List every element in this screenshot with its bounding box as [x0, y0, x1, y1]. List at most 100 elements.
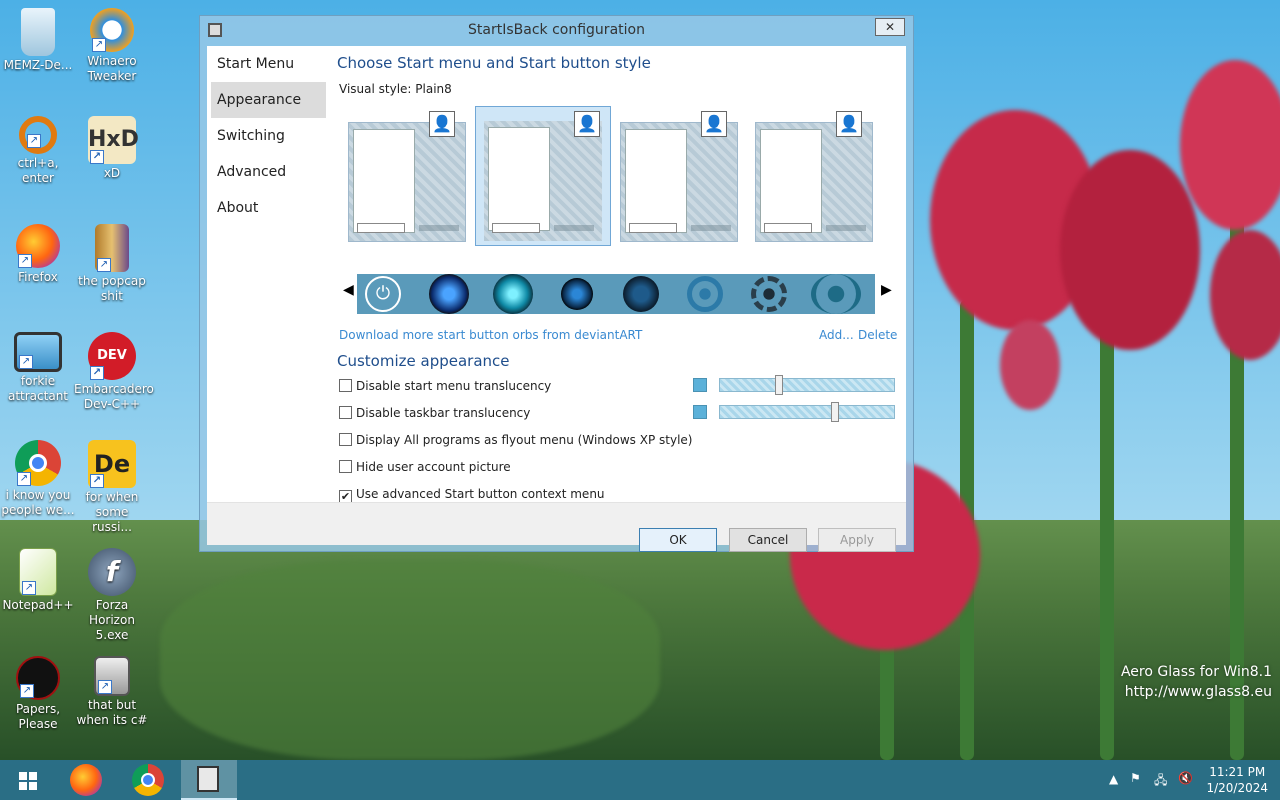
taskbar-chrome[interactable] — [120, 760, 176, 800]
desktop-icon-notepadpp[interactable]: ↗ Notepad++ — [0, 548, 76, 613]
orb-ring-icon[interactable] — [687, 276, 723, 312]
option-disable-start-menu-translucency[interactable]: Disable start menu translucency — [339, 378, 551, 394]
start-orb-strip: ⏻ — [357, 274, 875, 314]
delete-orb-link[interactable]: Delete — [858, 328, 897, 342]
ok-button[interactable]: OK — [639, 528, 717, 552]
window-client: Start Menu Appearance Switching Advanced… — [207, 46, 906, 552]
option-advanced-context-menu[interactable]: ✔ Use advanced Start button context menu — [339, 486, 605, 503]
sidebar-nav: Start Menu Appearance Switching Advanced… — [207, 46, 332, 226]
nav-item-switching[interactable]: Switching — [207, 118, 332, 154]
preview-background — [484, 121, 602, 241]
user-picture-icon: 👤 — [429, 111, 455, 137]
taskbar-opacity-slider[interactable] — [719, 402, 895, 422]
option-label: Disable start menu translucency — [356, 379, 552, 393]
visual-style-value: Plain8 — [415, 82, 452, 96]
shortcut-arrow-icon: ↗ — [19, 355, 33, 369]
desktop-icon-memz[interactable]: MEMZ-De... — [0, 8, 76, 73]
nav-item-about[interactable]: About — [207, 190, 332, 226]
taskbar-firefox[interactable] — [58, 760, 114, 800]
orb-dark-icon[interactable] — [623, 276, 659, 312]
start-menu-opacity-slider[interactable] — [719, 375, 895, 395]
nav-item-appearance[interactable]: Appearance — [211, 82, 326, 118]
desktop-icon-devcpp[interactable]: DEV ↗ Embarcadero Dev-C++ — [74, 332, 154, 412]
clock-date: 1/20/2024 — [1206, 781, 1268, 795]
desktop-icons: MEMZ-De... ↗ Winaero Tweaker ↗ ctrl+a, e… — [0, 0, 160, 760]
desktop-icon-xd[interactable]: HxD ↗ xD — [74, 116, 150, 181]
user-picture-icon: 👤 — [574, 111, 600, 137]
user-picture-icon: 👤 — [836, 111, 862, 137]
style-preview-2-selected[interactable]: 👤 — [475, 106, 611, 246]
option-hide-user-picture[interactable]: Hide user account picture — [339, 459, 511, 475]
orb-gear-icon[interactable] — [751, 276, 787, 312]
orbs-scroll-left-icon[interactable]: ◀ — [343, 282, 355, 302]
flash-icon: f — [88, 548, 136, 596]
orb-dark-blue-icon[interactable] — [561, 278, 593, 310]
chrome-icon — [132, 764, 164, 796]
option-disable-taskbar-translucency[interactable]: Disable taskbar translucency — [339, 405, 530, 421]
taskbar-color-swatch[interactable] — [693, 405, 707, 419]
slider-thumb[interactable] — [775, 375, 784, 395]
window-title: StartIsBack configuration — [468, 22, 645, 38]
action-center-flag-icon[interactable]: ⚑ — [1130, 771, 1141, 785]
start-button[interactable] — [0, 760, 56, 800]
nav-item-advanced[interactable]: Advanced — [207, 154, 332, 190]
add-orb-link[interactable]: Add... — [819, 328, 854, 342]
orb-signal-icon[interactable] — [811, 274, 861, 314]
clock-time: 11:21 PM — [1209, 765, 1266, 779]
orb-cyan-icon[interactable] — [493, 274, 533, 314]
desktop-icon-de[interactable]: De ↗ for when some russi... — [74, 440, 150, 535]
desktop-icon-label: Papers, Please — [15, 702, 61, 731]
start-menu-color-swatch[interactable] — [693, 378, 707, 392]
desktop-icon-csharp[interactable]: ↗ that but when its c# — [74, 656, 150, 728]
cancel-button[interactable]: Cancel — [729, 528, 807, 552]
desktop-icon-papers-please[interactable]: ↗ Papers, Please — [0, 656, 76, 732]
volume-muted-icon[interactable]: 🔇 — [1178, 771, 1193, 785]
checkbox[interactable] — [339, 460, 352, 473]
papers-please-icon: ↗ — [16, 656, 60, 700]
desktop-icon-chrome[interactable]: ↗ i know you people we... — [0, 440, 76, 518]
style-preview-1[interactable]: 👤 — [348, 111, 466, 242]
preview-taskbar — [691, 225, 731, 231]
desktop-icon-popcap[interactable]: ↗ the popcap shit — [74, 224, 150, 304]
option-flyout-all-programs[interactable]: Display All programs as flyout menu (Win… — [339, 432, 692, 448]
desktop-icon-forkie[interactable]: ↗ forkie attractant — [0, 332, 76, 404]
style-preview-3[interactable]: 👤 — [620, 111, 738, 242]
orbs-scroll-right-icon[interactable]: ▶ — [881, 282, 893, 302]
orb-power-icon[interactable]: ⏻ — [365, 276, 401, 312]
firefox-icon: ↗ — [16, 224, 60, 268]
orb-blue-icon[interactable] — [429, 274, 469, 314]
desktop-icon-ctrl-a[interactable]: ↗ ctrl+a, enter — [0, 116, 76, 186]
desktop-icon-label: Notepad++ — [2, 598, 74, 612]
desktop-icon-winaero[interactable]: ↗ Winaero Tweaker — [74, 8, 150, 84]
desktop-icon-label: forkie attractant — [7, 374, 69, 403]
hxd-icon: HxD ↗ — [88, 116, 139, 164]
nav-item-start-menu[interactable]: Start Menu — [207, 46, 332, 82]
shortcut-arrow-icon: ↗ — [90, 474, 104, 488]
checkbox[interactable] — [339, 433, 352, 446]
close-button[interactable]: ✕ — [875, 18, 905, 36]
preview-menu-panel — [625, 129, 687, 233]
desktop-icon-label: for when some russi... — [85, 490, 139, 534]
windows-logo-icon — [19, 772, 37, 790]
checkbox[interactable] — [339, 406, 352, 419]
desktop-icon-firefox[interactable]: ↗ Firefox — [0, 224, 76, 285]
network-icon[interactable]: 🖧 — [1154, 771, 1167, 792]
clock[interactable]: 11:21 PM 1/20/2024 — [1206, 764, 1268, 796]
desktop-icon-label: i know you people we... — [1, 488, 75, 517]
show-hidden-icons-icon[interactable]: ▲ — [1109, 772, 1118, 786]
desktop-icon-label: Firefox — [18, 270, 58, 284]
preview-menu-panel — [353, 129, 415, 233]
desktop-icon-label: ctrl+a, enter — [17, 156, 59, 185]
title-bar[interactable]: StartIsBack configuration ✕ — [200, 16, 913, 46]
preview-search-box — [357, 223, 405, 233]
checkbox[interactable] — [339, 379, 352, 392]
settings-monitor-icon: ↗ — [14, 332, 62, 372]
slider-thumb[interactable] — [830, 402, 839, 422]
preview-search-box — [629, 223, 677, 233]
taskbar-startisback-config[interactable] — [181, 760, 237, 800]
download-orbs-link[interactable]: Download more start button orbs from dev… — [339, 328, 642, 342]
apply-button[interactable]: Apply — [818, 528, 896, 552]
desktop-icon-forza[interactable]: f Forza Horizon 5.exe — [74, 548, 150, 643]
option-label: Disable taskbar translucency — [356, 406, 531, 420]
style-preview-4[interactable]: 👤 — [755, 111, 873, 242]
